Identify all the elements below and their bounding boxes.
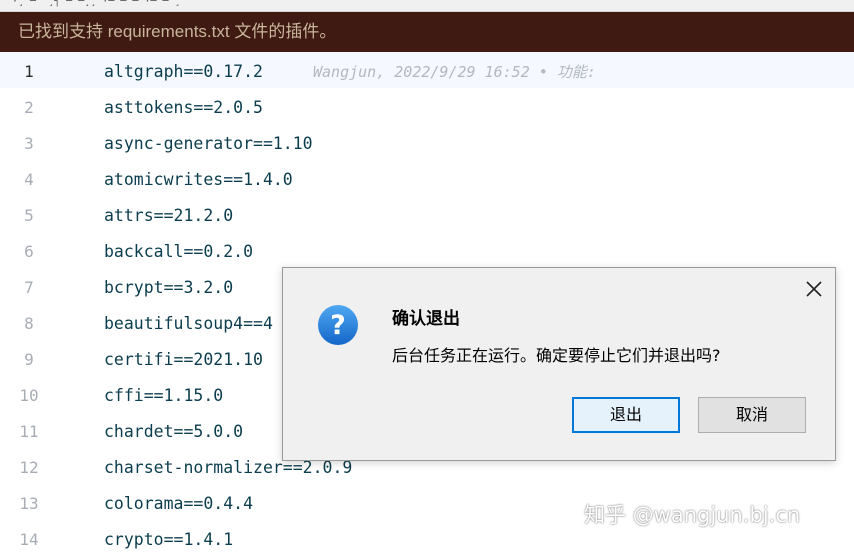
code-text[interactable]: attrs==21.2.0 [104,196,233,232]
line-number: 4 [24,170,34,189]
line-number: 8 [24,314,34,333]
line-number: 6 [24,242,34,261]
banner-text: 已找到支持 requirements.txt 文件的插件。 [18,22,337,41]
plugin-notification-banner: 已找到支持 requirements.txt 文件的插件。 [0,12,854,52]
git-blame-annotation[interactable]: Wangjun, 2022/9/29 16:52 • 功能: [313,52,596,88]
code-text[interactable]: altgraph==0.17.2 [104,52,263,88]
question-icon: ? [318,305,358,345]
watermark: 知乎 @wangjun.bj.cn [584,503,801,527]
editor-line[interactable]: 6 backcall==0.2.0 [0,232,854,268]
line-number: 13 [19,494,39,513]
svg-text:?: ? [330,310,346,341]
code-text[interactable]: chardet==5.0.0 [104,412,243,448]
code-text[interactable]: certifi==2021.10 [104,340,263,376]
code-text[interactable]: bcrypt==3.2.0 [104,268,233,304]
line-number: 7 [24,278,34,297]
code-text[interactable]: beautifulsoup4==4 [104,304,273,340]
code-text[interactable]: backcall==0.2.0 [104,232,253,268]
line-number: 12 [19,458,39,477]
editor-line[interactable]: 4 atomicwrites==1.4.0 [0,160,854,196]
line-number: 5 [24,206,34,225]
line-number: 9 [24,350,34,369]
line-number: 10 [19,386,39,405]
editor-tab-strip[interactable]: ·¸ ─ ¨¸┐ ─ ─¸¸ ·─ ─ ─ ·─ ─ ¸ [0,0,854,12]
editor-line[interactable]: 5 attrs==21.2.0 [0,196,854,232]
exit-button[interactable]: 退出 [572,397,680,433]
editor-line[interactable]: 1 altgraph==0.17.2 Wangjun, 2022/9/29 16:5… [0,52,854,88]
confirm-exit-dialog: ? 确认退出 后台任务正在运行。确定要停止它们并退出吗? 退出 取消 [282,267,836,461]
code-text[interactable]: colorama==0.4.4 [104,484,253,520]
code-text[interactable]: atomicwrites==1.4.0 [104,160,293,196]
dialog-title: 确认退出 [392,309,460,329]
line-number: 2 [24,98,34,117]
tab-fragment: ·¸ ─ ¨¸┐ ─ ─¸¸ ·─ ─ ─ ·─ ─ ¸ [12,0,181,7]
close-icon [806,281,822,297]
code-text[interactable]: async-generator==1.10 [104,124,313,160]
code-text[interactable]: asttokens==2.0.5 [104,88,263,124]
editor-line[interactable]: 2 asttokens==2.0.5 [0,88,854,124]
line-number: 11 [19,422,39,441]
editor-line[interactable]: 3 async-generator==1.10 [0,124,854,160]
line-number: 1 [24,62,34,81]
code-text[interactable]: cffi==1.15.0 [104,376,223,412]
code-text[interactable]: crypto==1.4.1 [104,520,233,552]
line-number: 3 [24,134,34,153]
cancel-button[interactable]: 取消 [698,397,806,433]
dialog-message: 后台任务正在运行。确定要停止它们并退出吗? [392,346,721,365]
close-button[interactable] [803,278,825,300]
line-number: 14 [19,530,39,549]
